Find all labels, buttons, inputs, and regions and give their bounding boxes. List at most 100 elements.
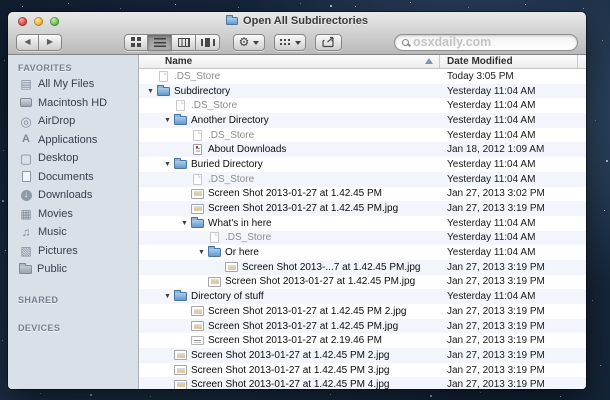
disclosure-triangle-icon[interactable]: ▼ bbox=[145, 88, 156, 95]
file-name: Screen Shot 2013-01-27 at 1.42.45 PM 2.j… bbox=[208, 306, 406, 317]
column-divider[interactable] bbox=[439, 55, 440, 68]
date-modified: Jan 27, 2013 3:19 PM bbox=[447, 203, 545, 214]
column-view-button[interactable] bbox=[172, 34, 196, 51]
list-view-icon bbox=[154, 38, 166, 47]
table-row[interactable]: Screen Shot 2013-01-27 at 1.42.45 PM.jpg… bbox=[139, 275, 586, 290]
date-modified: Today 3:05 PM bbox=[447, 71, 514, 82]
sidebar-item-applications[interactable]: Applications bbox=[8, 131, 138, 150]
sidebar-item-documents[interactable]: Documents bbox=[8, 168, 138, 187]
column-header-name[interactable]: Name bbox=[165, 56, 192, 67]
sidebar-item-airdrop[interactable]: AirDrop bbox=[8, 112, 138, 131]
date-modified: Jan 18, 2012 1:09 AM bbox=[447, 144, 544, 155]
plain-file-icon bbox=[191, 336, 204, 345]
share-button[interactable] bbox=[315, 34, 342, 51]
image-file-icon bbox=[208, 277, 221, 287]
date-modified: Jan 27, 2013 3:19 PM bbox=[447, 262, 545, 273]
table-row[interactable]: .DS_Store Yesterday 11:04 AM bbox=[139, 231, 586, 246]
file-icon-cell bbox=[190, 204, 205, 214]
sidebar-item-all-my-files[interactable]: All My Files bbox=[8, 75, 138, 94]
column-header-date-modified[interactable]: Date Modified bbox=[447, 56, 513, 67]
arrange-menu-button[interactable] bbox=[274, 34, 306, 51]
sidebar-item-pictures[interactable]: Pictures bbox=[8, 242, 138, 261]
column-header-bar: Name Date Modified bbox=[139, 55, 586, 69]
sidebar-section-favorites: FAVORITES bbox=[8, 59, 138, 75]
table-row[interactable]: ▼Buried DirectoryYesterday 11:04 AM bbox=[139, 157, 586, 172]
icon-view-button[interactable] bbox=[124, 34, 148, 51]
table-row[interactable]: Screen Shot 2013-01-27 at 1.42.45 PM 3.j… bbox=[139, 363, 586, 378]
image-file-icon bbox=[191, 204, 204, 214]
coverflow-view-button[interactable] bbox=[196, 34, 220, 51]
table-row[interactable]: ▼Directory of stuffYesterday 11:04 AM bbox=[139, 289, 586, 304]
table-row[interactable]: .DS_StoreToday 3:05 PM bbox=[139, 69, 586, 84]
sidebar-item-movies[interactable]: Movies bbox=[8, 205, 138, 224]
sidebar-item-music[interactable]: Music bbox=[8, 223, 138, 242]
view-mode-segmented-control bbox=[124, 34, 220, 51]
table-row[interactable]: Screen Shot 2013-01-27 at 1.42.45 PM 2.j… bbox=[139, 304, 586, 319]
file-name: Or here bbox=[225, 247, 259, 258]
date-modified: Yesterday 11:04 AM bbox=[447, 232, 535, 243]
table-row[interactable]: ▼Another DirectoryYesterday 11:04 AM bbox=[139, 113, 586, 128]
disclosure-triangle-icon[interactable]: ▼ bbox=[179, 220, 190, 227]
downloads-icon bbox=[21, 190, 32, 201]
folder-icon bbox=[157, 87, 170, 96]
file-icon-cell bbox=[207, 277, 222, 287]
table-row[interactable]: .DS_StoreYesterday 11:04 AM bbox=[139, 128, 586, 143]
titlebar[interactable]: Open All Subdirectories bbox=[8, 12, 586, 29]
table-row[interactable]: Screen Shot 2013-01-27 at 1.42.45 PM 4.j… bbox=[139, 377, 586, 389]
forward-button[interactable]: ▶ bbox=[39, 34, 62, 51]
table-row[interactable]: Screen Shot 2013-01-27 at 1.42.45 PMJan … bbox=[139, 187, 586, 202]
disclosure-triangle-icon[interactable]: ▼ bbox=[162, 293, 173, 300]
table-row[interactable]: .DS_StoreYesterday 11:04 AM bbox=[139, 172, 586, 187]
sidebar-item-label: Documents bbox=[38, 171, 94, 183]
file-icon-cell bbox=[207, 232, 222, 243]
disclosure-triangle-icon[interactable]: ▼ bbox=[162, 161, 173, 168]
date-modified: Yesterday 11:04 AM bbox=[447, 115, 535, 126]
date-modified: Yesterday 11:04 AM bbox=[447, 130, 535, 141]
file-name: Screen Shot 2013-...7 at 1.42.45 PM.jpg bbox=[242, 262, 420, 273]
image-file-icon bbox=[174, 380, 187, 389]
coverflow-view-icon bbox=[201, 38, 215, 47]
back-button[interactable]: ◀ bbox=[16, 34, 39, 51]
search-input[interactable] bbox=[413, 35, 570, 49]
sidebar-item-desktop[interactable]: Desktop bbox=[8, 149, 138, 168]
window-content: FAVORITESAll My FilesMacintosh HD AirDrop… bbox=[8, 55, 586, 389]
table-row[interactable]: Screen Shot 2013-01-27 at 2.19.46 PMJan … bbox=[139, 333, 586, 348]
search-field[interactable] bbox=[394, 34, 578, 51]
file-name: Subdirectory bbox=[174, 86, 230, 97]
sidebar-section-devices: DEVICES bbox=[8, 319, 138, 335]
table-row[interactable]: Screen Shot 2013-01-27 at 1.42.45 PM.jpg… bbox=[139, 201, 586, 216]
table-row[interactable]: ▼SubdirectoryYesterday 11:04 AM bbox=[139, 84, 586, 99]
pictures-icon bbox=[19, 244, 33, 257]
file-name: Screen Shot 2013-01-27 at 1.42.45 PM bbox=[208, 188, 382, 199]
table-row[interactable]: .DS_StoreYesterday 11:04 AM bbox=[139, 98, 586, 113]
back-arrow-icon: ◀ bbox=[24, 38, 30, 46]
date-modified: Jan 27, 2013 3:19 PM bbox=[447, 276, 545, 287]
disclosure-triangle-icon[interactable]: ▼ bbox=[162, 117, 173, 124]
action-menu-button[interactable]: ⚙ bbox=[233, 34, 265, 51]
table-row[interactable]: About Downloads Jan 18, 2012 1:09 AM bbox=[139, 142, 586, 157]
sidebar-item-public[interactable]: Public bbox=[8, 260, 138, 279]
column-divider[interactable] bbox=[577, 55, 578, 68]
file-name: .DS_Store bbox=[225, 232, 271, 243]
file-name: .DS_Store bbox=[191, 100, 237, 111]
applications-icon bbox=[19, 133, 33, 146]
table-row[interactable]: Screen Shot 2013-01-27 at 1.42.45 PM.jpg… bbox=[139, 319, 586, 334]
file-name: Directory of stuff bbox=[191, 291, 264, 302]
disclosure-triangle-icon[interactable]: ▼ bbox=[196, 249, 207, 256]
sidebar-item-label: AirDrop bbox=[38, 115, 75, 127]
search-icon bbox=[402, 39, 409, 46]
table-row[interactable]: ▼What's in hereYesterday 11:04 AM bbox=[139, 216, 586, 231]
sidebar-item-macintosh-hd[interactable]: Macintosh HD bbox=[8, 94, 138, 113]
file-icon-cell bbox=[190, 219, 205, 228]
table-row[interactable]: Screen Shot 2013-...7 at 1.42.45 PM.jpg J… bbox=[139, 260, 586, 275]
sidebar-item-downloads[interactable]: Downloads bbox=[8, 186, 138, 205]
file-name: Screen Shot 2013-01-27 at 1.42.45 PM.jpg bbox=[208, 321, 398, 332]
file-icon-cell bbox=[173, 380, 188, 389]
table-row[interactable]: ▼Or hereYesterday 11:04 AM bbox=[139, 245, 586, 260]
image-file-icon bbox=[225, 262, 238, 272]
file-icon-cell bbox=[190, 174, 205, 185]
list-view-button[interactable] bbox=[148, 34, 172, 51]
date-modified: Yesterday 11:04 AM bbox=[447, 174, 535, 185]
file-name: About Downloads bbox=[208, 144, 286, 155]
table-row[interactable]: Screen Shot 2013-01-27 at 1.42.45 PM 2.j… bbox=[139, 348, 586, 363]
